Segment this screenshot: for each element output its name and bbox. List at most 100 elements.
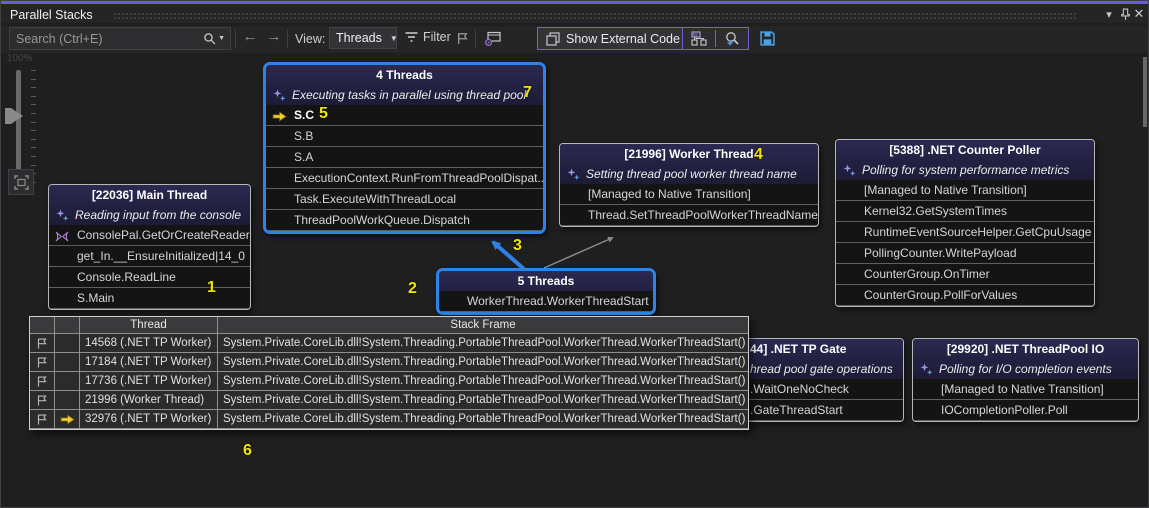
stack-frame[interactable]: [Managed to Native Transition] (913, 379, 1138, 400)
table-row[interactable]: 17184 (.NET TP Worker) System.Private.Cor… (30, 353, 748, 372)
stack-frame[interactable]: S.Main (49, 288, 250, 309)
annotation-number-4: 4 (754, 146, 763, 163)
stack-box-subtitle: Setting thread pool worker thread name (560, 164, 818, 184)
stack-frame[interactable]: PollingCounter.WritePayload (836, 243, 1094, 264)
stack-box-subtitle: Polling for system performance metrics (836, 160, 1094, 180)
zoom-tick (31, 121, 36, 123)
sparkle-icon (567, 168, 580, 180)
stack-frame-label: S.Main (77, 291, 115, 305)
vertical-scrollbar[interactable] (1142, 55, 1147, 505)
stack-frame[interactable]: Task.ExecuteWithThreadLocal (266, 189, 543, 210)
save-icon[interactable] (758, 30, 776, 47)
column-header-thread[interactable]: Thread (80, 317, 218, 334)
stack-frame-cell: System.Private.CoreLib.dll!System.Thread… (218, 334, 748, 353)
flag-toggle-icon[interactable] (453, 30, 471, 47)
flag-cell[interactable] (30, 391, 55, 410)
stack-frame[interactable]: IOCompletionPoller.Poll (913, 400, 1138, 421)
flag-cell[interactable] (30, 334, 55, 353)
current-frame-icon (272, 111, 287, 122)
toggle-diagram-icon[interactable] (484, 30, 502, 47)
zoom-tick (31, 113, 36, 114)
zoom-slider-thumb[interactable] (5, 108, 23, 124)
view-dropdown-value: Threads (336, 31, 382, 45)
toolbar-separator (287, 29, 288, 48)
stack-frame[interactable]: [Managed to Native Transition] (836, 180, 1094, 201)
filter-button[interactable]: Filter (405, 30, 451, 44)
column-header-stack_frame[interactable]: Stack Frame (218, 317, 748, 334)
toolbar-toggle-group: ID (682, 27, 749, 50)
stack-frame[interactable]: S.B (266, 126, 543, 147)
titlebar-drag-dots[interactable] (113, 12, 1076, 20)
subtitle-text: Reading input from the console (75, 208, 242, 222)
zoom-slider-track[interactable] (16, 70, 21, 182)
zoom-tick (31, 87, 36, 89)
stack-frame-label: CounterGroup.OnTimer (864, 267, 990, 281)
stack-frame-label: .WaitOneNoCheck (750, 382, 849, 396)
stack-box-title: 4 Threads (266, 65, 543, 85)
title-bar: Parallel Stacks ▾ ✕ (1, 1, 1148, 23)
stack-frame[interactable]: Console.ReadLine (49, 267, 250, 288)
zoom-tick (31, 78, 36, 80)
table-row[interactable]: 17736 (.NET TP Worker) System.Private.Cor… (30, 372, 748, 391)
table-header-row: Thread Stack Frame (30, 317, 748, 334)
annotation-number-7: 7 (523, 84, 532, 101)
zoom-to-fit-button[interactable] (8, 169, 34, 195)
stack-frame-label: Console.ReadLine (77, 270, 176, 284)
stack-frame[interactable]: WorkerThread.WorkerThreadStart (439, 291, 653, 312)
stack-frame-cell: System.Private.CoreLib.dll!System.Thread… (218, 391, 748, 410)
stack-frame[interactable]: Thread.SetThreadPoolWorkerThreadName (560, 205, 818, 226)
stack-frame[interactable]: Kernel32.GetSystemTimes (836, 201, 1094, 222)
stack-box-counter-poller[interactable]: [5388] .NET Counter Poller Polling for sy… (835, 139, 1095, 307)
stack-box-worker-thread[interactable]: [21996] Worker Thread Setting thread pool… (559, 143, 819, 227)
table-row[interactable]: 14568 (.NET TP Worker) System.Private.Cor… (30, 334, 748, 353)
zoom-tick (31, 104, 36, 106)
show-external-code-button[interactable]: Show External Code (537, 27, 689, 50)
stack-frame-label: [Managed to Native Transition] (588, 187, 751, 201)
stack-frame[interactable]: CounterGroup.OnTimer (836, 264, 1094, 285)
stack-frame-label: IOCompletionPoller.Poll (941, 403, 1068, 417)
zoom-tick (31, 95, 36, 97)
stack-frame-label: RuntimeEventSourceHelper.GetCpuUsage (864, 225, 1092, 239)
stack-frame[interactable]: RuntimeEventSourceHelper.GetCpuUsage (836, 222, 1094, 243)
stack-box-threadpool-io[interactable]: [29920] .NET ThreadPool IO Polling for I/… (912, 338, 1139, 422)
flag-cell[interactable] (30, 372, 55, 391)
stack-box-five-threads[interactable]: 5 Threads WorkerThread.WorkerThreadStart (436, 268, 656, 315)
table-row[interactable]: 32976 (.NET TP Worker) System.Private.Cor… (30, 410, 748, 429)
zoom-search-icon[interactable] (716, 28, 748, 49)
external-code-icon (546, 31, 560, 46)
stack-frame-label: [Managed to Native Transition] (864, 183, 1027, 197)
search-dropdown-icon[interactable]: ▼ (218, 35, 225, 42)
stack-frame[interactable]: get_In.__EnsureInitialized|14_0 (49, 246, 250, 267)
stack-frame[interactable]: ConsolePal.GetOrCreateReader (49, 225, 250, 246)
flag-cell[interactable] (30, 353, 55, 372)
stack-box-four-threads[interactable]: 4 Threads Executing tasks in parallel usi… (263, 62, 546, 234)
search-input[interactable] (10, 31, 204, 46)
stack-box-title: [29920] .NET ThreadPool IO (913, 339, 1138, 359)
stack-frame[interactable]: S.A (266, 147, 543, 168)
back-icon[interactable]: ← (241, 28, 259, 45)
forward-icon[interactable]: → (265, 28, 283, 45)
stack-frame[interactable]: ThreadPoolWorkQueue.Dispatch (266, 210, 543, 231)
stack-frame[interactable]: ExecutionContext.RunFromThreadPoolDispat… (266, 168, 543, 189)
window-position-icon[interactable]: ▾ (1101, 6, 1117, 22)
close-icon[interactable]: ✕ (1131, 6, 1147, 22)
search-icon[interactable]: ▼ (203, 32, 230, 45)
view-dropdown[interactable]: Threads ▼ (329, 27, 398, 49)
flag-icon (37, 338, 47, 348)
stack-frame[interactable]: [Managed to Native Transition] (560, 184, 818, 205)
stack-box-title: [22036] Main Thread (49, 185, 250, 205)
annotation-number-5: 5 (319, 105, 328, 122)
column-header-current[interactable] (55, 317, 80, 334)
stack-frame[interactable]: S.C (266, 105, 543, 126)
flag-cell[interactable] (30, 410, 55, 429)
method-view-icon[interactable]: ID (683, 28, 715, 49)
table-row[interactable]: 21996 (Worker Thread) System.Private.Core… (30, 391, 748, 410)
filter-label: Filter (423, 30, 451, 44)
stack-frame-label: S.B (294, 129, 314, 143)
stack-frame-cell: System.Private.CoreLib.dll!System.Thread… (218, 410, 748, 429)
scrollbar-thumb[interactable] (1143, 57, 1147, 127)
stack-box-main-thread[interactable]: [22036] Main Thread Reading input from th… (48, 184, 251, 310)
column-header-flag[interactable] (30, 317, 55, 334)
stack-frame[interactable]: CounterGroup.PollForValues (836, 285, 1094, 306)
stack-frame-label: CounterGroup.PollForValues (864, 288, 1018, 302)
